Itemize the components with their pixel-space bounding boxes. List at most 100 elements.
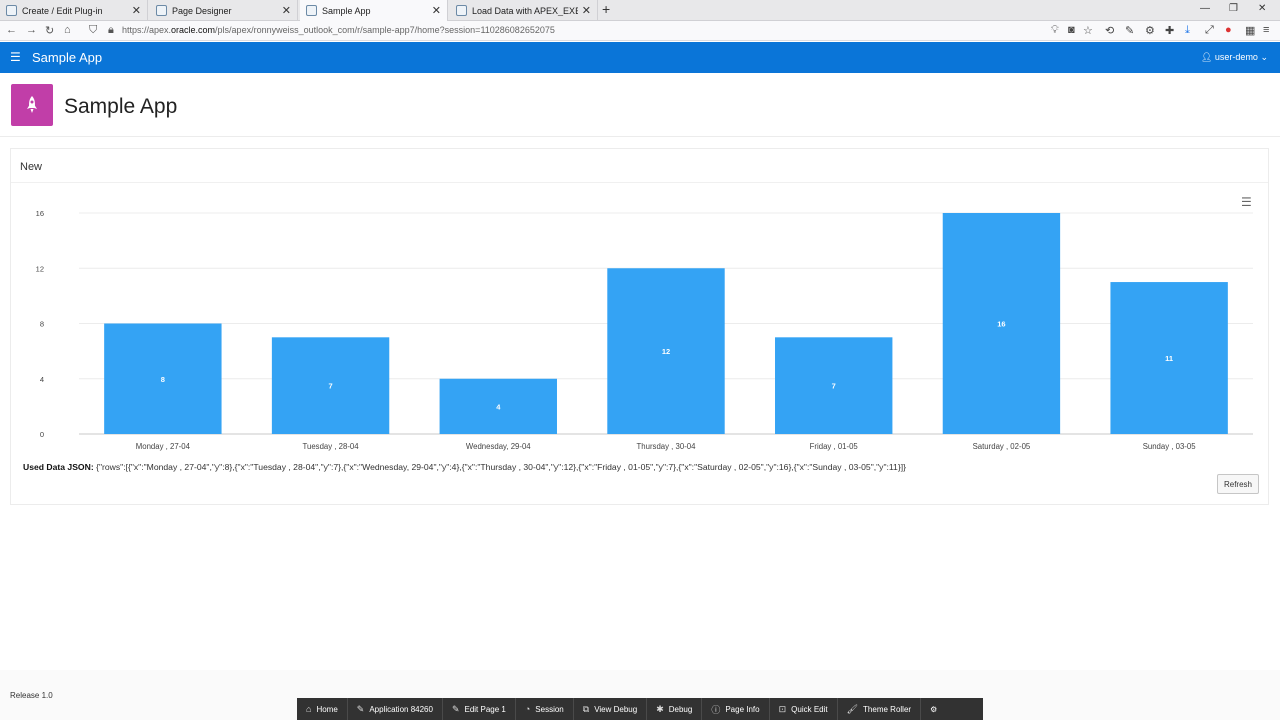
y-tick-label: 16 [36, 209, 44, 218]
browser-tab-active[interactable]: Sample App ✕ [300, 0, 448, 21]
browser-tab[interactable]: Page Designer ✕ [150, 0, 298, 21]
y-tick-label: 0 [40, 430, 44, 439]
quick-edit-icon: ⊡ [778, 703, 787, 714]
forward-icon[interactable]: → [26, 24, 37, 36]
user-name: user-demo [1214, 52, 1258, 62]
close-icon[interactable]: ✕ [582, 4, 591, 17]
download-icon[interactable]: ⤓ [1185, 24, 1190, 37]
release-text: Release 1.0 [10, 691, 53, 700]
reload-icon[interactable]: ↻ [45, 24, 54, 37]
x-tick-label: Monday , 27-04 [136, 442, 191, 451]
tab-title: Load Data with APEX_EXEC (Re [472, 5, 578, 16]
edit-icon: ✎ [356, 703, 365, 714]
extensions-icon[interactable]: ▦ [1245, 24, 1255, 37]
region-title: New [20, 161, 43, 173]
devbar-label: Page Info [725, 704, 760, 714]
devbar-edit-page-1[interactable]: ✎ Edit Page 1 [443, 698, 516, 720]
devbar-label: View Debug [594, 704, 638, 714]
devbar-debug[interactable]: ✱ Debug [647, 698, 703, 720]
apex-favicon-icon [6, 5, 17, 16]
app-header: ☰ Sample App 👤︎ user-demo ⌄ [0, 42, 1280, 73]
close-icon[interactable]: ✕ [282, 4, 291, 17]
maximize-icon[interactable]: ❐ [1229, 3, 1238, 14]
address-bar[interactable]: https://apex.oracle.com/pls/apex/ronnywe… [122, 25, 555, 35]
home-icon[interactable]: ⌂ [64, 24, 71, 36]
data-label: 16 [997, 320, 1005, 329]
browser-nav-bar: ← → ↻ ⌂ ⛉ 🔒︎ https://apex.oracle.com/pls… [0, 21, 1280, 41]
devbar-settings-gear-icon[interactable]: ⚙ [921, 698, 946, 720]
shield-icon[interactable]: ⛉ [89, 24, 97, 37]
devbar-label: Quick Edit [791, 704, 828, 714]
devbar-quick-edit[interactable]: ⊡ Quick Edit [770, 698, 838, 720]
history-icon[interactable]: ⟲ [1105, 24, 1114, 37]
page-title: Sample App [64, 95, 178, 118]
minimize-icon[interactable]: — [1200, 3, 1210, 14]
apex-favicon-icon [456, 5, 467, 16]
browser-tab-strip: Create / Edit Plug-in ✕ Page Designer ✕ … [0, 0, 1280, 21]
refresh-button[interactable]: Refresh [1217, 474, 1259, 494]
lock-icon: 🔒︎ [108, 24, 114, 36]
app-name[interactable]: Sample App [32, 50, 102, 65]
x-tick-label: Wednesday, 29-04 [466, 442, 531, 451]
devbar-label: Application 84260 [369, 704, 433, 714]
json-label: Used Data JSON: [23, 462, 94, 472]
new-tab-icon[interactable]: + [602, 1, 610, 17]
url-prefix: https://apex. [122, 25, 172, 35]
y-tick-label: 4 [40, 375, 44, 384]
tab-title: Page Designer [172, 5, 232, 16]
gear-icon[interactable]: ⚙ [1145, 24, 1155, 37]
devbar-session[interactable]: ◔ Session [516, 698, 574, 720]
x-tick-label: Thursday , 30-04 [637, 442, 697, 451]
debug-view-icon: ⧉ [582, 703, 590, 714]
chevron-down-icon: ⌄ [1257, 52, 1268, 62]
back-icon[interactable]: ← [6, 24, 17, 36]
close-icon[interactable]: ✕ [432, 4, 441, 17]
url-path: /pls/apex/ronnyweiss_outlook_com/r/sampl… [215, 25, 555, 35]
tab-title: Sample App [322, 5, 371, 16]
x-tick-label: Tuesday , 28-04 [303, 442, 360, 451]
data-label: 7 [832, 382, 836, 391]
apex-favicon-icon [156, 5, 167, 16]
data-label: 7 [328, 382, 332, 391]
x-tick-label: Sunday , 03-05 [1143, 442, 1197, 451]
lightbulb-icon[interactable]: 💡︎ [1051, 24, 1059, 37]
tab-title: Create / Edit Plug-in [22, 5, 103, 16]
url-domain: oracle.com [171, 25, 216, 35]
adblock-icon[interactable]: ● [1225, 24, 1232, 36]
data-label: 8 [161, 375, 165, 384]
devbar-view-debug[interactable]: ⧉ View Debug [574, 698, 648, 720]
devbar-label: Session [535, 704, 564, 714]
x-tick-label: Friday , 01-05 [810, 442, 859, 451]
y-tick-label: 8 [40, 320, 44, 329]
edit-icon: ✎ [451, 703, 460, 714]
hamburger-menu-icon[interactable]: ☰ [10, 50, 21, 64]
bar-chart: 04812168Monday , 27-047Tuesday , 28-044W… [36, 209, 1253, 451]
data-label: 11 [1165, 354, 1173, 363]
region-divider [11, 182, 1268, 183]
used-data-json: Used Data JSON: {"rows":[{"x":"Monday , … [23, 462, 906, 472]
devbar-theme-roller[interactable]: 🖌︎ Theme Roller [838, 698, 922, 720]
close-icon[interactable]: ✕ [132, 4, 141, 17]
bookmark-star-icon[interactable]: ☆ [1083, 24, 1093, 37]
wrench-icon[interactable]: ✎ [1125, 24, 1134, 37]
devbar-home[interactable]: ⌂ Home [297, 698, 348, 720]
devbar-application-84260[interactable]: ✎ Application 84260 [348, 698, 443, 720]
devbar-page-info[interactable]: ⓘ Page Info [702, 698, 770, 720]
y-tick-label: 12 [36, 264, 44, 273]
window-close-icon[interactable]: ✕ [1258, 3, 1266, 14]
chart-region: New ☰ 0 4 8 12 16 8 Monday , 27-04 7 Tuesday , 2… [10, 148, 1269, 505]
browser-tab[interactable]: Create / Edit Plug-in ✕ [0, 0, 148, 21]
hero-region: Sample App [0, 73, 1280, 137]
pocket-icon[interactable]: ◙ [1068, 24, 1075, 36]
user-menu[interactable]: 👤︎ user-demo ⌄ [1201, 52, 1268, 63]
puzzle-icon[interactable]: ✚ [1165, 24, 1174, 37]
home-icon: ⌂ [306, 704, 312, 714]
apex-favicon-icon [306, 5, 317, 16]
expand-icon[interactable]: ⤢ [1205, 24, 1214, 37]
info-icon: ⓘ [711, 704, 721, 715]
x-tick-label: Saturday , 02-05 [973, 442, 1031, 451]
browser-tab[interactable]: Load Data with APEX_EXEC (Re ✕ [450, 0, 598, 21]
menu-icon[interactable]: ≡ [1263, 24, 1269, 36]
json-text: {"rows":[{"x":"Monday , 27-04","y":8},{"… [96, 462, 906, 472]
devbar-label: Debug [668, 704, 693, 714]
